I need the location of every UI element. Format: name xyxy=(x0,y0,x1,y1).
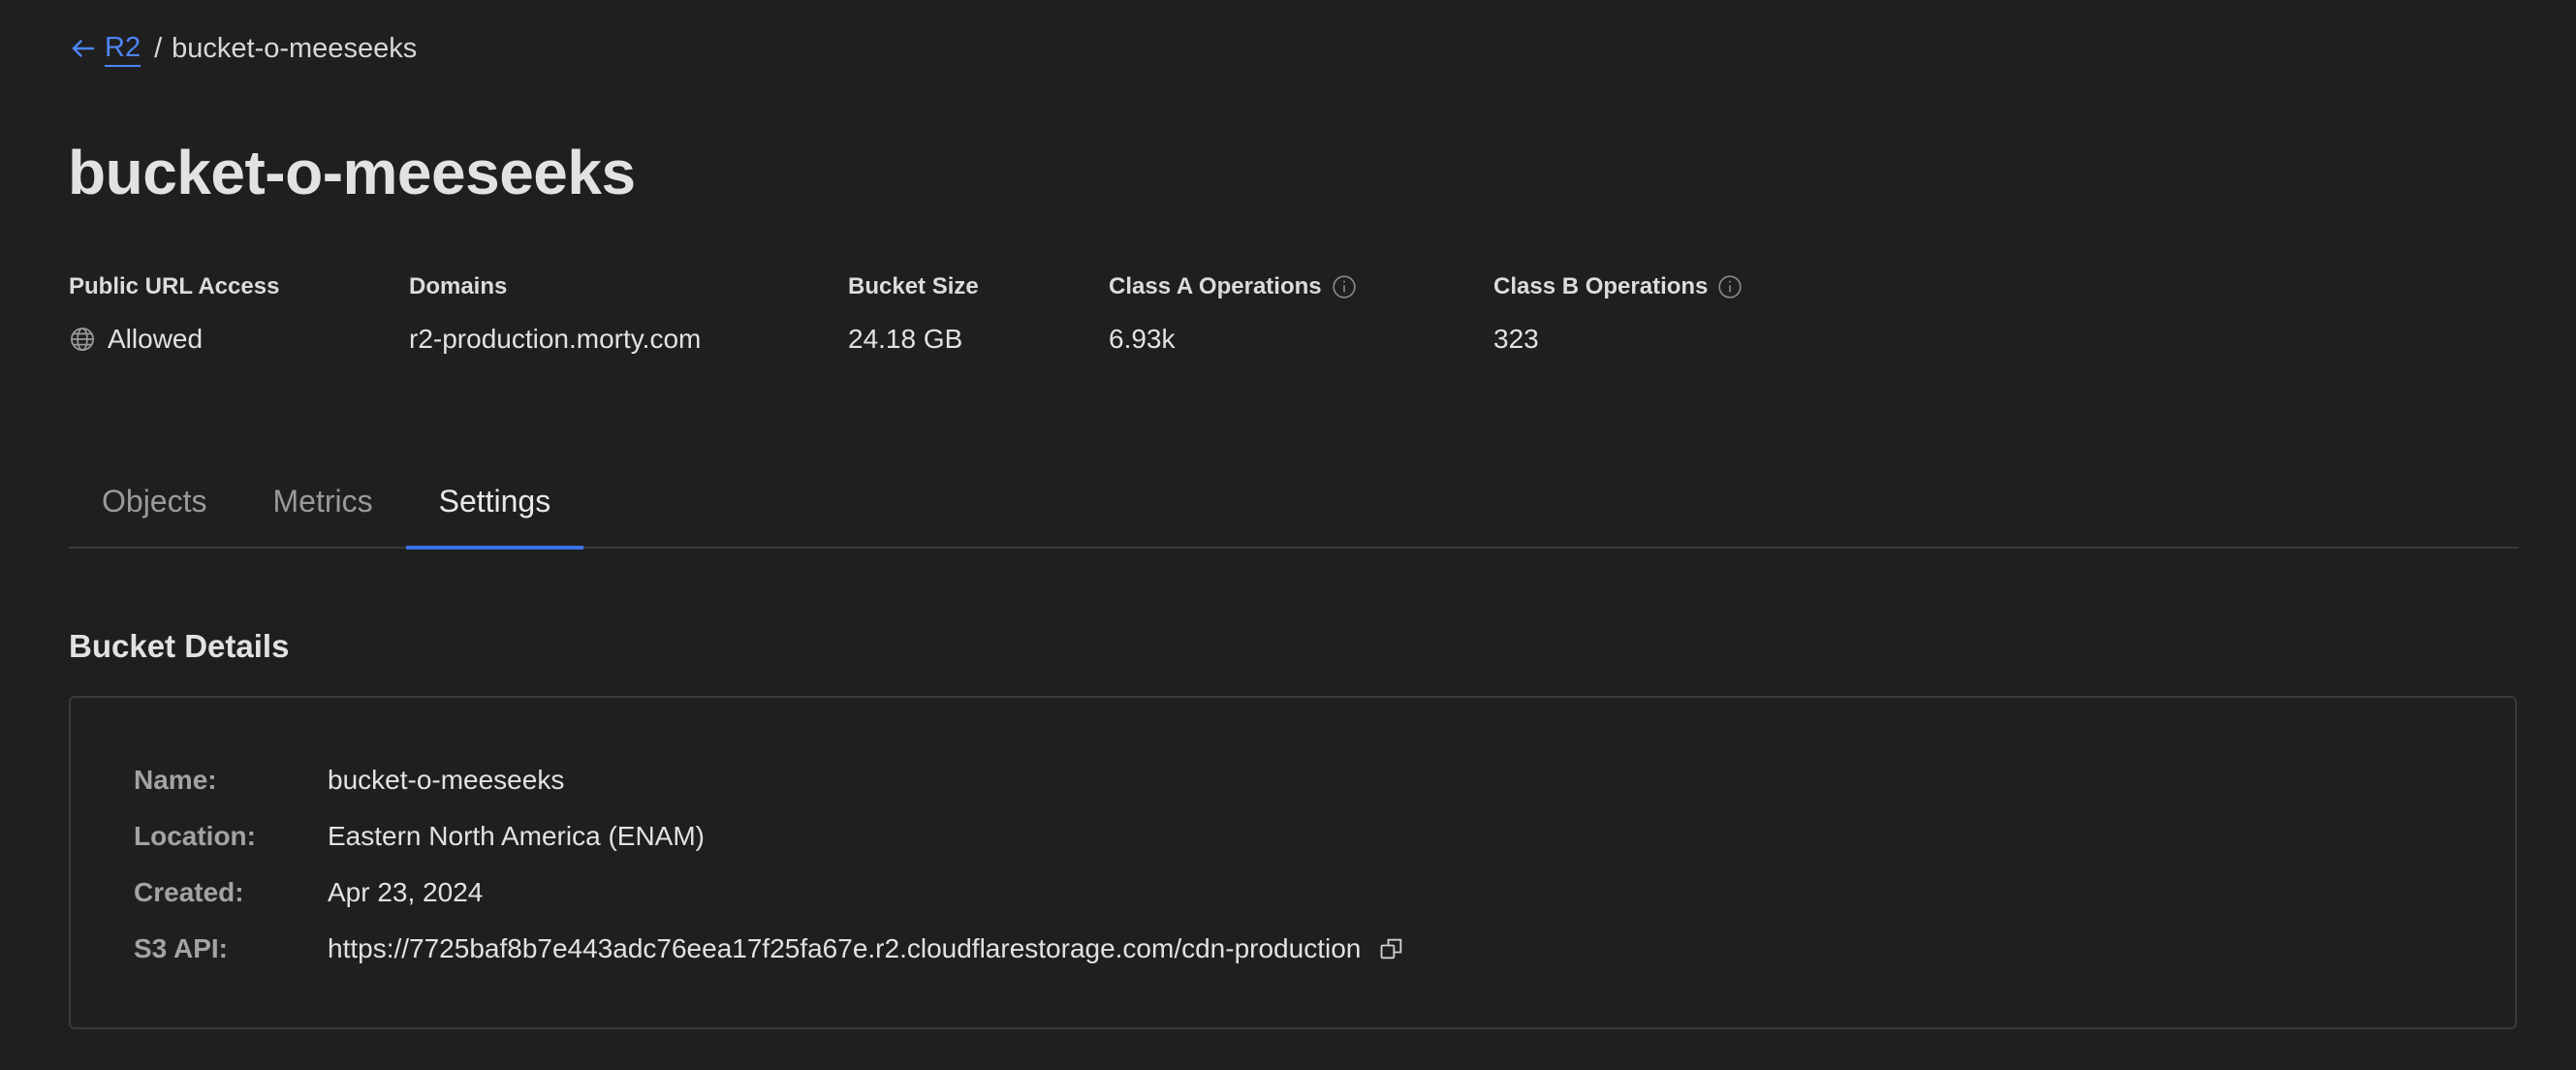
stat-value-row: Allowed xyxy=(69,322,279,357)
section-title: Bucket Details xyxy=(69,628,290,664)
detail-row-created: Created: Apr 23, 2024 xyxy=(134,873,483,912)
stat-value: 24.18 GB xyxy=(848,324,963,354)
stat-label: Bucket Size xyxy=(848,273,979,299)
info-icon[interactable] xyxy=(1717,274,1743,299)
breadcrumb: R2 / bucket-o-meeseeks xyxy=(69,29,417,68)
stat-class-a-operations: Class A Operations 6.93k xyxy=(1109,271,1357,357)
detail-row-s3-api: S3 API: https://7725baf8b7e443adc76eea17… xyxy=(134,929,1405,968)
stat-value: 6.93k xyxy=(1109,324,1176,354)
stat-label: Public URL Access xyxy=(69,273,280,299)
stat-label-row: Class A Operations xyxy=(1109,271,1357,302)
detail-label: Name: xyxy=(134,765,217,795)
stat-label: Class B Operations xyxy=(1493,273,1709,299)
tab-metrics[interactable]: Metrics xyxy=(239,465,405,547)
info-icon[interactable] xyxy=(1332,274,1357,299)
copy-icon[interactable] xyxy=(1378,935,1405,962)
breadcrumb-separator: / xyxy=(154,32,163,64)
detail-label: Location: xyxy=(134,821,256,851)
detail-row-name: Name: bucket-o-meeseeks xyxy=(134,761,564,800)
detail-value: Apr 23, 2024 xyxy=(328,877,484,907)
breadcrumb-parent-label[interactable]: R2 xyxy=(105,30,141,67)
stat-value: 323 xyxy=(1493,324,1539,354)
tab-settings[interactable]: Settings xyxy=(405,465,584,550)
breadcrumb-current: bucket-o-meeseeks xyxy=(172,32,418,64)
detail-value: Eastern North America (ENAM) xyxy=(328,821,705,851)
detail-row-location: Location: Eastern North America (ENAM) xyxy=(134,817,705,856)
stat-public-url-access: Public URL Access Allowed xyxy=(69,271,279,357)
stat-value: r2-production.morty.com xyxy=(409,324,702,354)
stat-label: Domains xyxy=(409,273,508,299)
stat-bucket-size: Bucket Size 24.18 GB xyxy=(848,271,979,357)
stat-label-row: Class B Operations xyxy=(1493,271,1743,302)
detail-label: S3 API: xyxy=(134,933,228,963)
bucket-details-card: Name: bucket-o-meeseeks Location: Easter… xyxy=(69,696,2517,1029)
detail-label: Created: xyxy=(134,877,244,907)
tab-objects[interactable]: Objects xyxy=(69,465,239,547)
stat-class-b-operations: Class B Operations 323 xyxy=(1493,271,1743,357)
bucket-page: R2 / bucket-o-meeseeks bucket-o-meeseeks… xyxy=(0,0,2576,1070)
stat-label: Class A Operations xyxy=(1109,273,1322,299)
s3-api-url: https://7725baf8b7e443adc76eea17f25fa67e… xyxy=(328,933,1362,963)
arrow-left-icon xyxy=(69,34,105,63)
stat-domains: Domains r2-production.morty.com xyxy=(409,271,701,357)
page-title: bucket-o-meeseeks xyxy=(68,138,636,207)
stat-value: Allowed xyxy=(108,324,204,354)
detail-value: bucket-o-meeseeks xyxy=(328,765,565,795)
tab-bar: Objects Metrics Settings xyxy=(69,465,2519,550)
breadcrumb-back-link[interactable]: R2 xyxy=(69,30,141,67)
globe-icon xyxy=(69,326,96,353)
